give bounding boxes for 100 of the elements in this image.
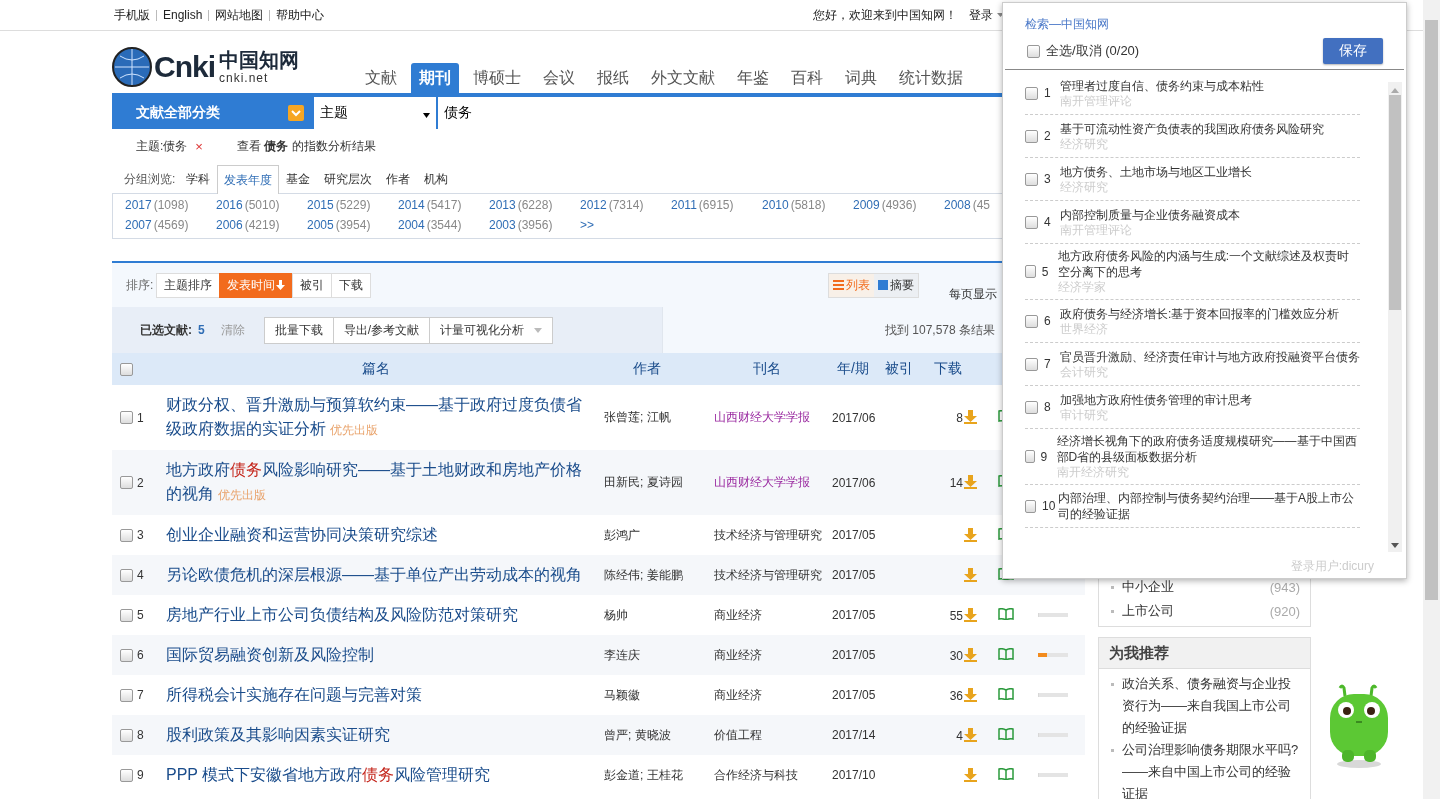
view-toggle[interactable]: 摘要 bbox=[874, 273, 918, 297]
book-icon[interactable] bbox=[997, 647, 1014, 660]
year-link[interactable]: 2003 bbox=[489, 218, 516, 232]
year-link[interactable]: 2007 bbox=[125, 218, 152, 232]
year-link[interactable]: 2006 bbox=[216, 218, 243, 232]
book-icon[interactable] bbox=[997, 727, 1014, 740]
nav-tab[interactable]: 统计数据 bbox=[891, 63, 971, 93]
row-checkbox[interactable] bbox=[120, 568, 133, 582]
journal-link[interactable]: 山西财经大学学报 bbox=[714, 410, 810, 424]
recommended-article-link[interactable]: 政治关系、债务融资与企业投资行为——来自我国上市公司的经验证据 bbox=[1122, 673, 1300, 739]
top-link[interactable]: 网站地图 bbox=[215, 6, 264, 24]
authors-text[interactable]: 彭鸿广 bbox=[604, 527, 640, 542]
recommended-article-link[interactable]: 公司治理影响债务期限水平吗?——来自中国上市公司的经验证据 bbox=[1122, 739, 1300, 799]
download-icon[interactable] bbox=[964, 475, 977, 489]
top-link[interactable]: English bbox=[163, 8, 203, 22]
download-icon[interactable] bbox=[964, 607, 977, 622]
row-checkbox[interactable] bbox=[120, 728, 133, 742]
year-link[interactable]: 2017 bbox=[125, 198, 152, 212]
field-select[interactable]: 主题 bbox=[314, 97, 436, 129]
item-checkbox[interactable] bbox=[1025, 357, 1038, 371]
year-link[interactable]: 2013 bbox=[489, 198, 516, 212]
download-icon[interactable] bbox=[964, 647, 977, 662]
authors-text[interactable]: 田新民; 夏诗园 bbox=[604, 475, 683, 489]
item-checkbox[interactable] bbox=[1025, 129, 1038, 143]
year-link[interactable]: 2015 bbox=[307, 198, 334, 212]
year-link[interactable]: 2005 bbox=[307, 218, 334, 232]
nav-tab[interactable]: 百科 bbox=[783, 63, 831, 93]
group-tab[interactable]: 研究层次 bbox=[317, 168, 380, 193]
download-icon[interactable] bbox=[964, 687, 977, 702]
download-icon[interactable] bbox=[964, 527, 977, 542]
group-tab[interactable]: 学科 bbox=[179, 168, 218, 193]
row-checkbox[interactable] bbox=[120, 648, 133, 662]
year-link[interactable]: 2016 bbox=[216, 198, 243, 212]
nav-tab[interactable]: 博硕士 bbox=[465, 63, 529, 93]
download-icon[interactable] bbox=[964, 567, 977, 582]
column-header[interactable]: 刊名 bbox=[753, 360, 781, 378]
nav-tab[interactable]: 外文文献 bbox=[643, 63, 723, 93]
nav-tab[interactable]: 期刊 bbox=[411, 63, 459, 93]
column-header[interactable]: 下载 bbox=[934, 360, 962, 378]
item-checkbox[interactable] bbox=[1025, 215, 1038, 229]
more-link[interactable]: >> bbox=[580, 218, 671, 232]
column-header[interactable]: 作者 bbox=[633, 360, 661, 378]
row-checkbox[interactable] bbox=[120, 608, 133, 622]
group-tab[interactable]: 作者 bbox=[379, 168, 418, 193]
item-checkbox[interactable] bbox=[1025, 314, 1038, 328]
select-all-checkbox[interactable] bbox=[120, 362, 133, 376]
year-link[interactable]: 2012 bbox=[580, 198, 607, 212]
article-title-link[interactable]: 另论欧债危机的深层根源——基于单位产出劳动成本的视角 bbox=[166, 563, 586, 587]
index-analysis-link[interactable]: 查看 债务 的指数分析结果 bbox=[236, 137, 376, 155]
row-checkbox[interactable] bbox=[120, 476, 133, 490]
remove-filter-button[interactable]: × bbox=[193, 138, 205, 154]
article-title-link[interactable]: PPP 模式下安徽省地方政府债务风险管理研究 bbox=[166, 763, 586, 787]
year-link[interactable]: 2004 bbox=[398, 218, 425, 232]
year-link[interactable]: 2011 bbox=[671, 198, 697, 212]
journal-link[interactable]: 合作经济与科技 bbox=[714, 767, 798, 782]
facet-link[interactable]: 中小企业 bbox=[1122, 578, 1174, 596]
year-link[interactable]: 2008 bbox=[944, 198, 971, 212]
scroll-down-icon[interactable] bbox=[1391, 543, 1399, 548]
action-button[interactable]: 批量下载 bbox=[263, 316, 334, 344]
row-checkbox[interactable] bbox=[120, 411, 133, 425]
facet-link[interactable]: 上市公司 bbox=[1122, 602, 1174, 620]
item-checkbox[interactable] bbox=[1025, 86, 1038, 100]
column-header[interactable]: 被引 bbox=[885, 360, 913, 378]
sort-option[interactable]: 下载 bbox=[331, 272, 372, 298]
nav-tab[interactable]: 年鉴 bbox=[729, 63, 777, 93]
article-title-link[interactable]: 股利政策及其影响因素实证研究 bbox=[166, 723, 586, 747]
journal-link[interactable]: 商业经济 bbox=[714, 607, 762, 622]
row-checkbox[interactable] bbox=[120, 528, 133, 542]
journal-link[interactable]: 商业经济 bbox=[714, 687, 762, 702]
journal-link[interactable]: 价值工程 bbox=[714, 727, 762, 742]
article-title-link[interactable]: 创业企业融资和运营协同决策研究综述 bbox=[166, 523, 586, 547]
item-checkbox[interactable] bbox=[1025, 450, 1035, 463]
article-title-link[interactable]: 所得税会计实施存在问题与完善对策 bbox=[166, 683, 586, 707]
article-title-link[interactable]: 房地产行业上市公司负债结构及风险防范对策研究 bbox=[166, 603, 586, 627]
year-link[interactable]: 2009 bbox=[853, 198, 880, 212]
column-header[interactable]: 篇名 bbox=[362, 360, 390, 378]
login-link[interactable]: 登录 bbox=[969, 6, 1004, 24]
article-title-link[interactable]: 地方政府债务风险影响研究——基于土地财政和房地产价格的视角 优先出版 bbox=[166, 458, 586, 507]
nav-tab[interactable]: 会议 bbox=[535, 63, 583, 93]
row-checkbox[interactable] bbox=[120, 688, 133, 702]
authors-text[interactable]: 杨帅 bbox=[604, 607, 628, 622]
authors-text[interactable]: 李连庆 bbox=[604, 647, 640, 662]
item-checkbox[interactable] bbox=[1025, 265, 1036, 278]
authors-text[interactable]: 张曾莲; 江帆 bbox=[604, 410, 671, 424]
book-icon[interactable] bbox=[997, 607, 1014, 620]
year-link[interactable]: 2014 bbox=[398, 198, 425, 212]
top-link[interactable]: 手机版 bbox=[114, 6, 150, 24]
group-tab[interactable]: 机构 bbox=[417, 168, 456, 193]
download-icon[interactable] bbox=[964, 410, 977, 424]
authors-text[interactable]: 彭金道; 王桂花 bbox=[604, 767, 683, 782]
mascot-drawing[interactable] bbox=[1328, 684, 1390, 768]
authors-text[interactable]: 曾严; 黄晓波 bbox=[604, 727, 671, 742]
download-icon[interactable] bbox=[964, 767, 977, 782]
nav-tab[interactable]: 文献 bbox=[357, 63, 405, 93]
select-all-checkbox[interactable] bbox=[1027, 44, 1040, 58]
download-icon[interactable] bbox=[964, 727, 977, 742]
item-checkbox[interactable] bbox=[1025, 400, 1038, 414]
item-checkbox[interactable] bbox=[1025, 172, 1038, 186]
sort-option[interactable]: 主题排序 bbox=[156, 272, 221, 298]
journal-link[interactable]: 技术经济与管理研究 bbox=[714, 527, 822, 542]
